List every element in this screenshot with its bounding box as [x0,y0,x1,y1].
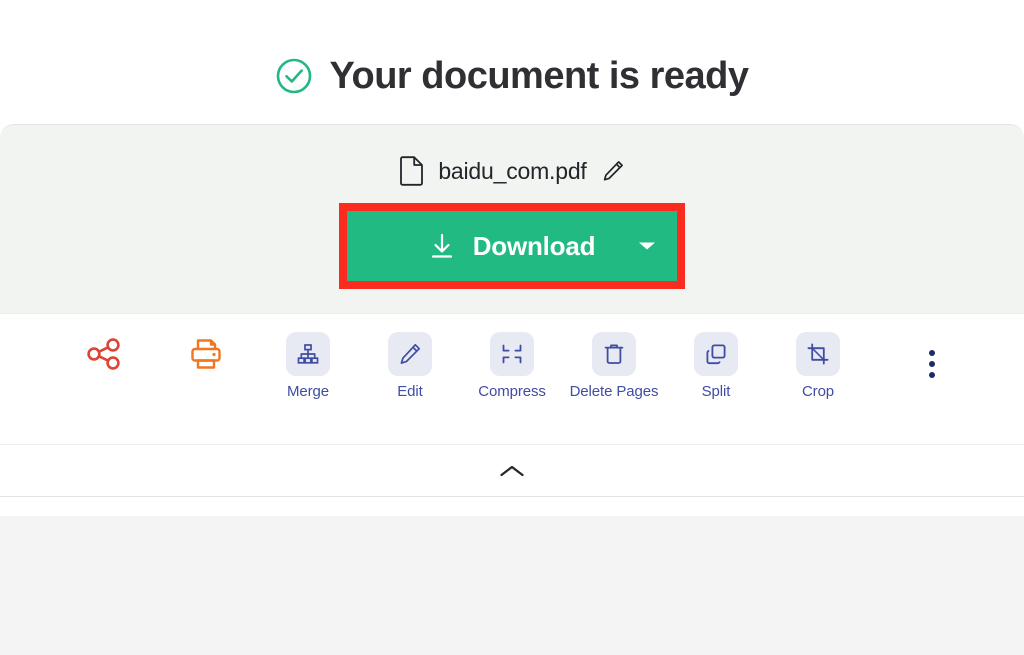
page-heading: Your document is ready [0,0,1024,124]
download-button[interactable]: Download [347,211,677,281]
filename-row: baidu_com.pdf [0,151,1024,191]
document-icon [399,156,424,186]
tools-toolbar: Merge Edit Compress Delete Pages Split C… [0,313,1024,444]
tool-share[interactable] [53,332,155,384]
share-icon-tile [82,332,126,376]
download-highlight-box: Download [339,203,685,289]
edit-pencil-icon-tile [388,332,432,376]
check-circle-icon [275,57,313,95]
tool-label-split: Split [701,383,731,400]
trash-icon-tile [592,332,636,376]
collapse-toggle[interactable] [0,444,1024,496]
tool-split[interactable]: Split [665,332,767,401]
merge-icon-tile [286,332,330,376]
page-title: Your document is ready [329,55,749,97]
download-arrow-icon [429,232,455,260]
tool-label-merge: Merge [286,383,330,400]
pencil-icon[interactable] [601,159,625,183]
tool-crop[interactable]: Crop [767,332,869,401]
tool-delete-pages[interactable]: Delete Pages [563,332,665,401]
page-footer-area [0,516,1024,655]
tool-label-compress: Compress [478,383,546,400]
crop-icon-tile [796,332,840,376]
tool-compress[interactable]: Compress [461,332,563,401]
more-dot [929,361,935,367]
chevron-up-icon [499,464,525,478]
more-dot [929,350,935,356]
card-top-section: baidu_com.pdf Download [0,125,1024,313]
file-name: baidu_com.pdf [438,157,587,184]
download-button-wrapper: Download [0,203,1024,289]
tool-edit[interactable]: Edit [359,332,461,401]
compress-icon-tile [490,332,534,376]
tool-label-crop: Crop [801,383,835,400]
split-icon-tile [694,332,738,376]
download-label: Download [472,231,596,261]
printer-icon-tile [184,332,228,376]
tool-label-edit: Edit [397,383,423,400]
more-dot [929,372,935,378]
tool-merge[interactable]: Merge [257,332,359,401]
tool-print[interactable] [155,332,257,384]
more-vertical-icon[interactable] [919,338,945,390]
chevron-down-icon[interactable] [639,242,655,250]
result-card: baidu_com.pdf Download Merge Edit Compre… [0,124,1024,497]
tool-label-delete-pages: Delete Pages [569,383,659,400]
